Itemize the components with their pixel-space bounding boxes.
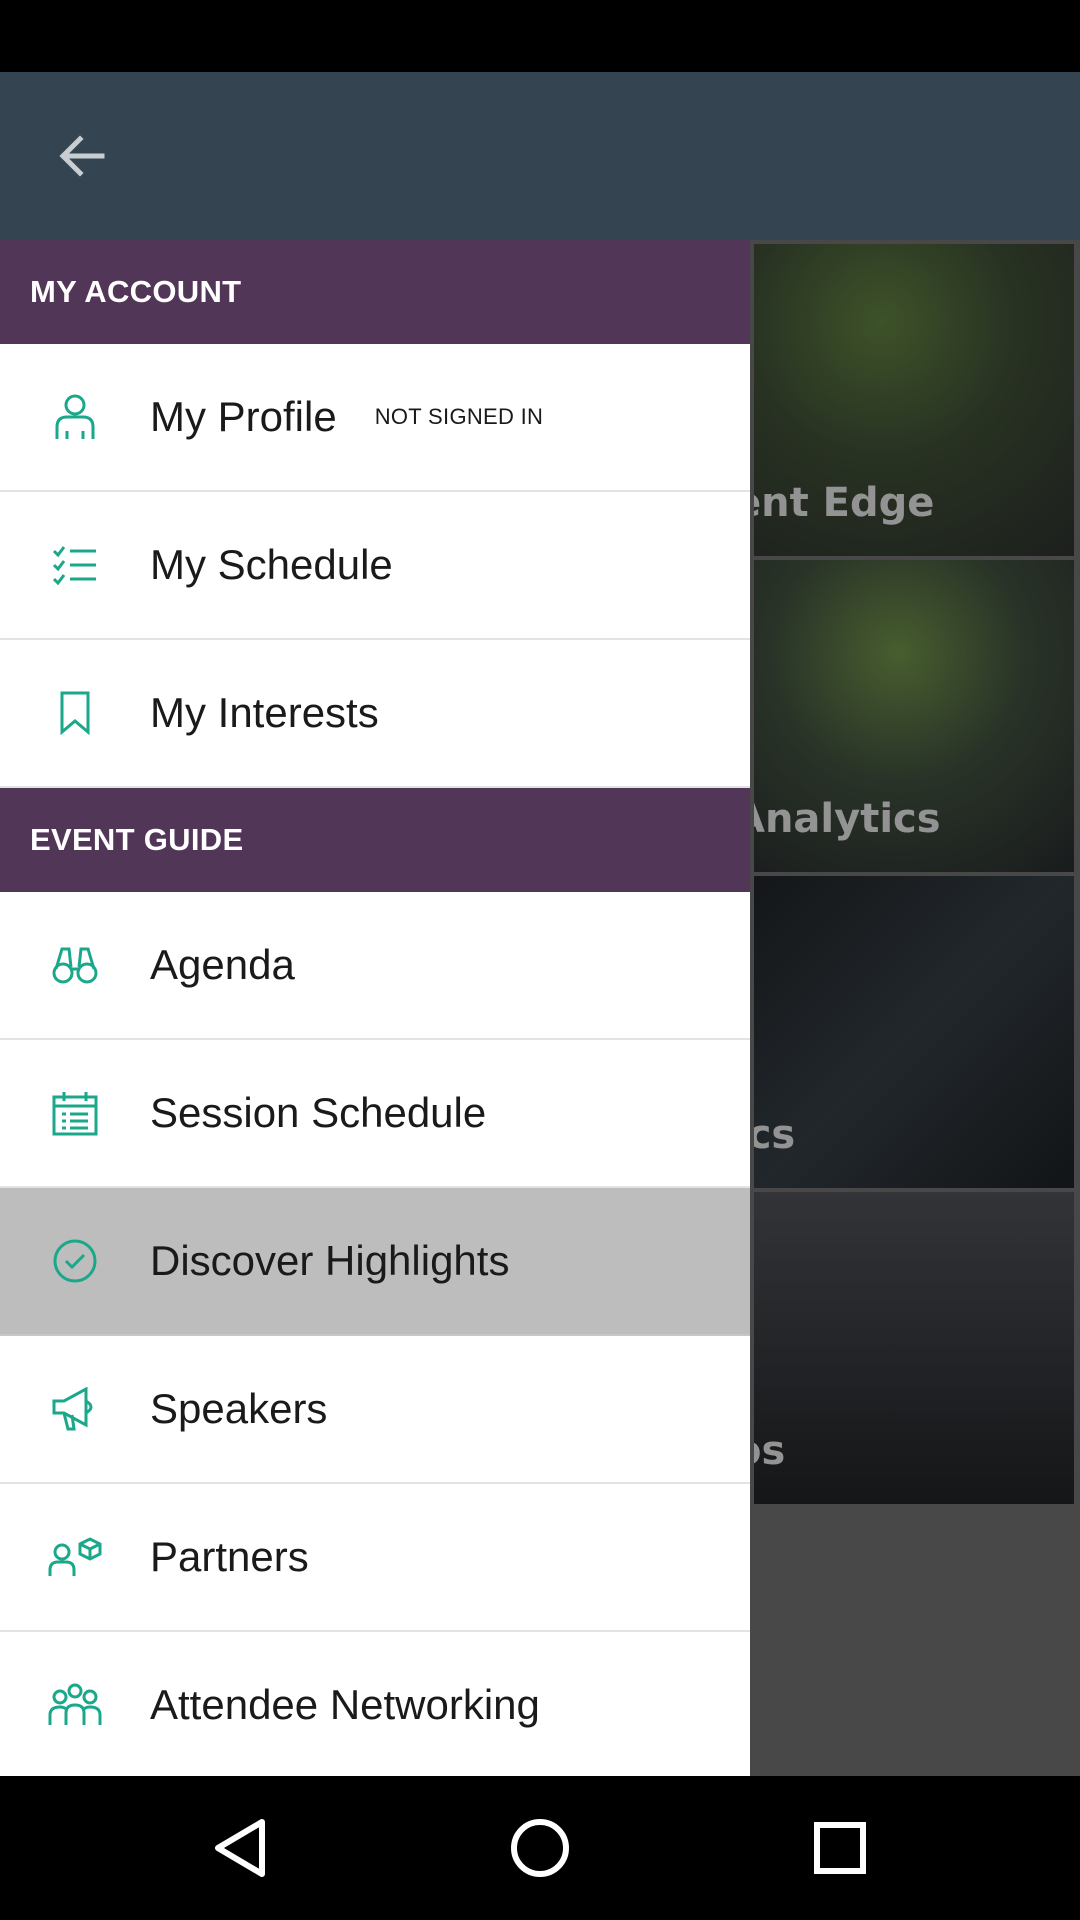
menu-item-my-schedule[interactable]: My Schedule xyxy=(0,492,750,640)
menu-item-speakers[interactable]: Speakers xyxy=(0,1336,750,1484)
menu-item-label: Partners xyxy=(150,1533,309,1580)
menu-item-my-interests[interactable]: My Interests xyxy=(0,640,750,788)
back-button[interactable] xyxy=(46,120,118,192)
menu-item-partners[interactable]: Partners xyxy=(0,1484,750,1632)
checklist-icon xyxy=(0,545,150,585)
megaphone-icon xyxy=(0,1387,150,1431)
check-circle-icon xyxy=(0,1238,150,1284)
section-header-my-account: MY ACCOUNT xyxy=(0,240,750,344)
calendar-icon xyxy=(0,1090,150,1136)
menu-item-session-schedule[interactable]: Session Schedule xyxy=(0,1040,750,1188)
menu-item-discover-highlights[interactable]: Discover Highlights xyxy=(0,1188,750,1336)
nav-home-button[interactable] xyxy=(490,1798,590,1898)
bookmark-icon xyxy=(0,691,150,735)
group-icon xyxy=(0,1683,150,1727)
partners-icon xyxy=(0,1536,150,1578)
menu-item-label: Speakers xyxy=(150,1385,328,1432)
menu-item-label: My Schedule xyxy=(150,541,393,588)
menu-item-my-profile[interactable]: My Profile NOT SIGNED IN xyxy=(0,344,750,492)
menu-item-attendee-networking[interactable]: Attendee Networking xyxy=(0,1632,750,1776)
person-icon xyxy=(0,393,150,441)
menu-item-label: Discover Highlights xyxy=(150,1237,510,1284)
menu-item-agenda[interactable]: Agenda xyxy=(0,892,750,1040)
status-bar xyxy=(0,0,1080,72)
arrow-left-icon xyxy=(59,135,105,177)
menu-item-label: My Interests xyxy=(150,689,379,736)
nav-recents-icon xyxy=(814,1822,866,1874)
nav-back-button[interactable] xyxy=(190,1798,290,1898)
app-bar xyxy=(0,72,1080,240)
section-header-event-guide: EVENT GUIDE xyxy=(0,788,750,892)
nav-back-icon xyxy=(215,1819,265,1877)
menu-item-label: Attendee Networking xyxy=(150,1681,540,1728)
nav-recents-button[interactable] xyxy=(790,1798,890,1898)
menu-item-label: Session Schedule xyxy=(150,1089,487,1136)
menu-item-label: My Profile xyxy=(150,393,337,440)
nav-home-icon xyxy=(511,1819,569,1877)
sign-in-status: NOT SIGNED IN xyxy=(374,404,544,429)
system-navigation-bar xyxy=(0,1776,1080,1920)
navigation-drawer: MY ACCOUNT My Profile NOT SIGNED IN My S… xyxy=(0,240,750,1776)
binoculars-icon xyxy=(0,945,150,985)
menu-item-label: Agenda xyxy=(150,941,295,988)
